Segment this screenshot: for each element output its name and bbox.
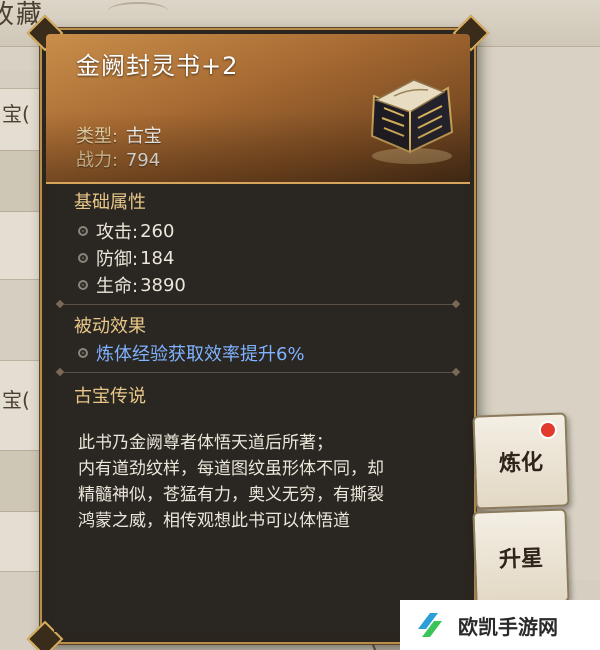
bullet-icon [78,226,88,236]
item-type-row: 类型: 古宝 [76,122,162,148]
refine-button-label: 炼化 [498,450,544,477]
base-attributes-title: 基础属性 [74,192,146,213]
bullet-icon [78,348,88,358]
background-card-label: 宝( [2,388,30,412]
background-slot [0,450,45,512]
lore-line: 内有道劲纹样，每道图纹虽形体不同，却 [78,459,384,479]
background-ornament [108,2,168,20]
item-detail-body: 基础属性 攻击: 260 防御: 184 生命: 3890 被动效果 炼体经验获… [54,186,462,632]
site-logo-icon [418,613,442,637]
lore-text: 此书乃金阙尊者体悟天道后所著； 内有道劲纹样，每道图纹虽形体不同，却 精髓神似，… [78,430,458,534]
lore-line: 此书乃金阙尊者体悟天道后所著； [78,433,333,453]
section-divider [60,372,456,373]
stat-attack: 攻击: 260 [78,218,174,244]
passive-effect-title: 被动效果 [74,316,146,337]
lore-line: 鸿蒙之威，相传观想此书可以体悟道 [78,511,350,531]
watermark: 欧凯手游网 [400,600,600,650]
stat-value: 3890 [140,274,186,296]
notification-dot [538,420,558,440]
star-up-button-label: 升星 [498,546,544,573]
passive-effect-row: 炼体经验获取效率提升6% [78,340,305,366]
stat-defense: 防御: 184 [78,245,174,271]
star-up-button[interactable]: 升星 [472,508,570,606]
passive-effect-text: 炼体经验获取效率提升6% [96,344,305,365]
background-slot [0,150,45,212]
lore-line: 精髓神似，苍猛有力，奥义无穷，有撕裂 [78,485,384,505]
lore-title: 古宝传说 [74,386,146,407]
item-name: 金阙封灵书+2 [76,52,239,80]
item-power-value: 794 [125,150,161,171]
stat-value: 184 [140,247,175,269]
bullet-icon [78,280,88,290]
item-type-label: 类型: [76,126,119,147]
stat-label: 生命: [96,276,139,297]
stat-label: 防御: [96,249,139,270]
bullet-icon [78,253,88,263]
watermark-text: 欧凯手游网 [458,614,558,639]
item-power-label: 战力: [76,150,119,171]
book-icon [370,79,454,164]
item-detail-popup: 金阙封灵书+2 类型: 古宝 战力: 794 基础属性 攻击: 260 防御: … [26,14,490,650]
refine-button[interactable]: 炼化 [472,412,570,510]
background-card-label: 宝( [2,102,30,126]
stat-health: 生命: 3890 [78,272,186,298]
item-type-value: 古宝 [125,126,162,147]
section-divider [60,304,456,305]
item-header: 金阙封灵书+2 类型: 古宝 战力: 794 [46,34,470,184]
stat-value: 260 [140,220,175,242]
item-power-row: 战力: 794 [76,146,160,172]
stat-label: 攻击: [96,222,139,243]
